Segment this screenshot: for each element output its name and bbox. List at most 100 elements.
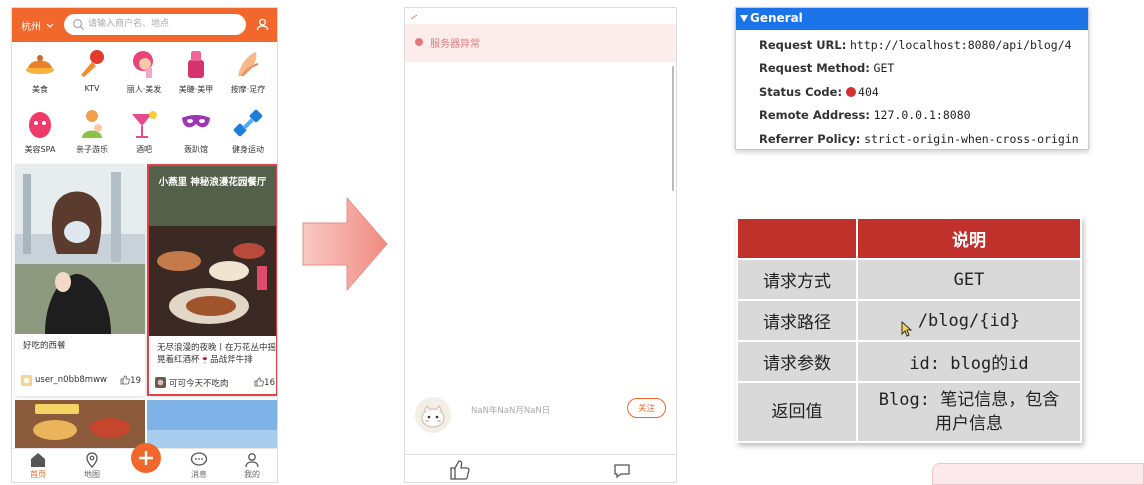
party-mask-icon — [182, 115, 210, 128]
card-meta: 可可今天不吃肉 16 — [155, 377, 275, 389]
category-label: 酒吧 — [136, 145, 152, 154]
dumbbell-icon — [233, 109, 263, 137]
table-header-row: 说明 — [736, 217, 1082, 260]
row-value: id: blog的id — [856, 340, 1082, 383]
city-selector[interactable]: 杭州 — [21, 18, 54, 33]
user-icon — [245, 453, 259, 468]
card-username: user_n0bb8mww — [35, 375, 107, 385]
tab-label: 首页 — [30, 470, 46, 479]
row-key: Remote Address: — [759, 108, 870, 122]
devtools-general-panel: General Request URL: http://localhost:80… — [735, 7, 1089, 150]
spa-icon — [29, 112, 51, 138]
like-count: 16 — [264, 378, 275, 388]
tab-home[interactable]: 首页 — [18, 452, 58, 482]
row-label: 返回值 — [736, 381, 858, 443]
plus-icon — [139, 451, 153, 465]
referrer-policy-row: Referrer Policy: strict-origin-when-cros… — [759, 132, 1089, 148]
map-pin-icon — [86, 452, 98, 468]
family-icon — [82, 110, 102, 138]
category-label: KTV — [84, 84, 100, 93]
nail-icon — [188, 51, 204, 78]
like-button[interactable] — [449, 460, 471, 480]
corner-panel — [932, 463, 1144, 485]
city-label: 杭州 — [21, 22, 41, 33]
cocktail-icon — [132, 111, 157, 138]
category-ktv[interactable]: KTV — [66, 48, 118, 102]
row-value: GET — [856, 258, 1082, 301]
arrow-right-icon — [302, 197, 388, 291]
general-section-header[interactable]: General — [736, 8, 1088, 30]
tab-messages[interactable]: 消息 — [179, 452, 219, 482]
scrollbar[interactable] — [672, 66, 674, 191]
tab-label: 消息 — [191, 470, 207, 479]
search-bar[interactable] — [64, 14, 246, 35]
like-button[interactable]: 16 — [254, 377, 275, 388]
card-photo — [15, 164, 145, 334]
category-food[interactable]: 美食 — [14, 48, 66, 102]
row-key: Status Code: — [759, 85, 843, 99]
remote-address-row: Remote Address: 127.0.0.1:8080 — [759, 108, 1089, 124]
category-spa[interactable]: 美容SPA — [14, 108, 66, 162]
table-row: 请求参数 id: blog的id — [736, 340, 1082, 383]
triangle-down-icon — [740, 15, 748, 22]
like-count: 19 — [130, 376, 141, 386]
microphone-icon — [81, 50, 104, 77]
error-icon — [415, 38, 423, 46]
error-banner: 服务器异常 — [405, 24, 676, 62]
back-icon[interactable] — [410, 14, 418, 20]
row-key: Referrer Policy: — [759, 132, 861, 146]
status-error-icon — [846, 87, 857, 97]
row-value: /blog/{id} — [856, 299, 1082, 342]
massage-icon — [238, 52, 259, 77]
mouse-cursor-icon — [901, 321, 913, 337]
hair-icon — [133, 51, 153, 78]
row-value: 404 — [858, 85, 879, 99]
feed-card[interactable]: 好吃的西餐 user_n0bb8mww 19 — [15, 164, 145, 396]
comment-icon[interactable] — [613, 463, 631, 479]
table-row: 请求方式 GET — [736, 258, 1082, 301]
avatar[interactable] — [415, 397, 451, 433]
feed-card-peek[interactable] — [15, 400, 145, 448]
category-label: 轰趴馆 — [184, 145, 208, 154]
category-massage[interactable]: 按摩·足疗 — [222, 48, 274, 102]
thumbs-up-icon — [120, 375, 130, 385]
home-icon — [31, 453, 45, 467]
row-label: 请求方式 — [736, 258, 858, 301]
blog-detail-phone-screen: 服务器异常 NaN年NaN月NaN日 关注 — [404, 7, 677, 483]
category-family[interactable]: 亲子游乐 — [66, 108, 118, 162]
user-icon[interactable] — [255, 17, 270, 32]
tab-map[interactable]: 地图 — [72, 452, 112, 482]
row-value: GET — [873, 61, 895, 75]
row-key: Request Method: — [759, 61, 870, 75]
category-label: 美食 — [32, 85, 48, 94]
like-button[interactable]: 19 — [120, 375, 141, 386]
row-value: http://localhost:8080/api/blog/4 — [850, 38, 1072, 52]
section-title: General — [750, 11, 803, 25]
table-header-cell: 说明 — [856, 217, 1082, 260]
table-row: 返回值 Blog: 笔记信息，包含用户信息 — [736, 381, 1082, 443]
category-label: 按摩·足疗 — [230, 85, 266, 94]
feed-card-peek[interactable] — [147, 400, 278, 448]
category-hair[interactable]: 丽人·美发 — [118, 48, 170, 102]
chat-icon — [190, 452, 208, 466]
row-value: Blog: 笔记信息，包含用户信息 — [856, 381, 1082, 443]
feed-card-selected[interactable]: 小燕里 神秘浪漫花园餐厅 无尽浪漫的夜晚丨在万花丛中摇晃着红酒杯🍷品战斧牛排 可… — [147, 164, 277, 396]
row-label: 请求参数 — [736, 340, 858, 383]
category-party[interactable]: 轰趴馆 — [170, 108, 222, 162]
follow-button[interactable]: 关注 — [627, 398, 666, 418]
avatar — [21, 375, 32, 386]
request-method-row: Request Method: GET — [759, 61, 1089, 77]
category-bar[interactable]: 酒吧 — [118, 108, 170, 162]
tab-label: 我的 — [244, 470, 260, 479]
category-fitness[interactable]: 健身运动 — [222, 108, 274, 162]
row-value: 127.0.0.1:8080 — [873, 108, 971, 122]
error-message: 服务器异常 — [430, 39, 480, 50]
category-nail[interactable]: 美睫·美甲 — [170, 48, 222, 102]
avatar — [155, 377, 166, 388]
row-key: Request URL: — [759, 38, 847, 52]
category-label: 亲子游乐 — [76, 145, 108, 154]
add-post-button[interactable] — [131, 443, 161, 473]
card-username: 可可今天不吃肉 — [169, 379, 229, 389]
tab-profile[interactable]: 我的 — [232, 452, 272, 482]
search-input[interactable] — [88, 16, 238, 32]
